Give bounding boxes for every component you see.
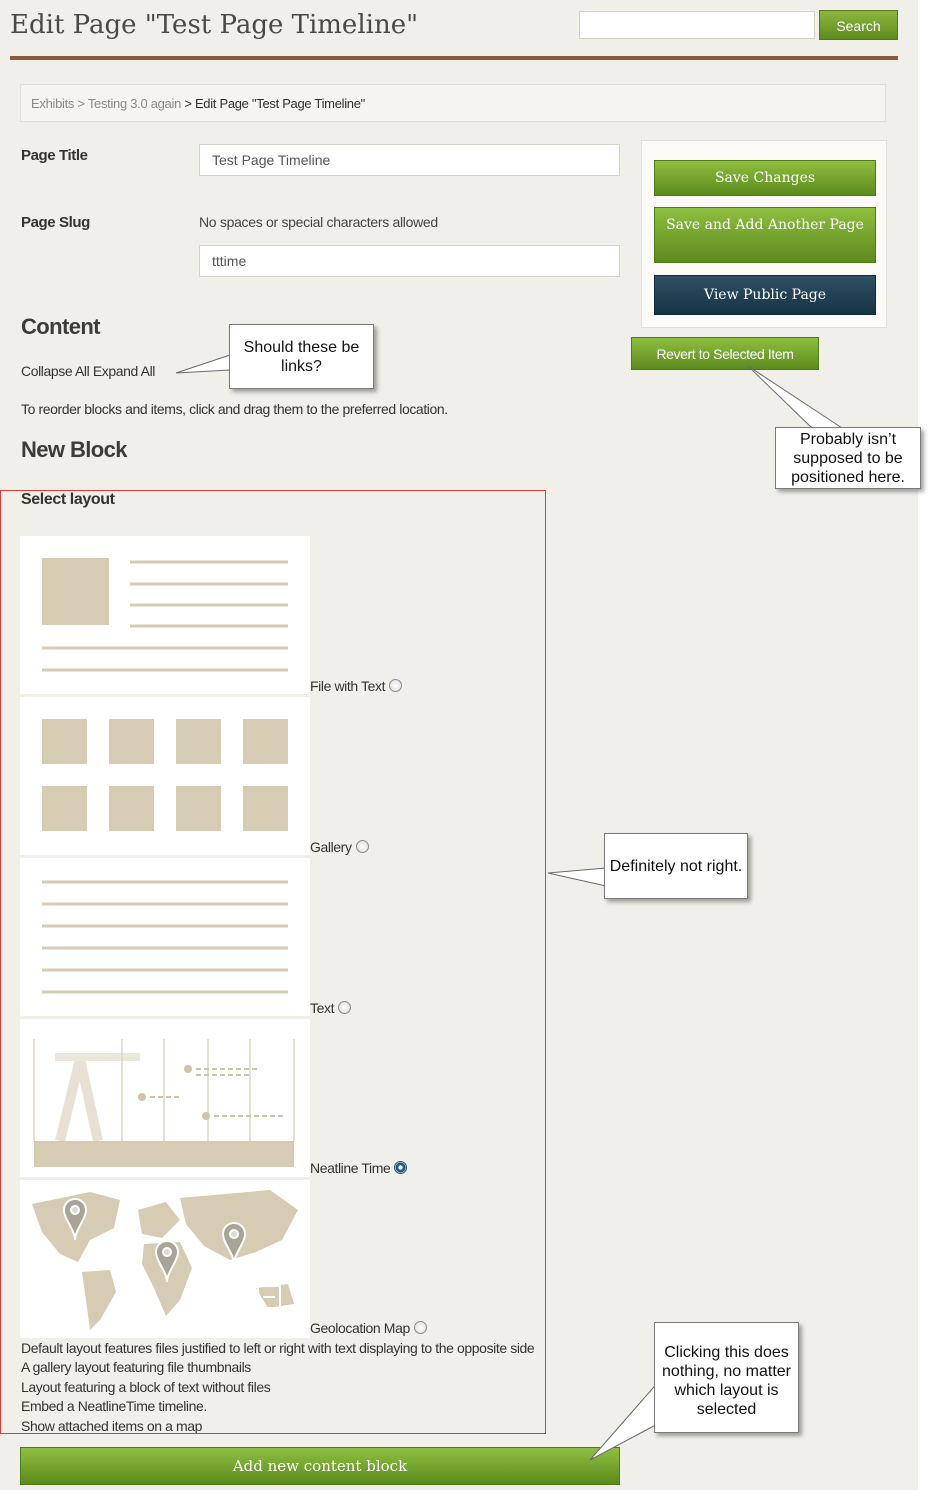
content-heading: Content xyxy=(21,314,101,339)
breadcrumb-exhibit[interactable]: Testing 3.0 again xyxy=(88,96,182,111)
revert-button[interactable]: Revert to Selected Item xyxy=(631,337,819,370)
new-block-heading: New Block xyxy=(21,437,127,462)
view-public-page-button[interactable]: View Public Page xyxy=(654,275,876,315)
collapse-expand-controls: Collapse All Expand All xyxy=(21,363,155,379)
page-slug-hint: No spaces or special characters allowed xyxy=(199,214,438,230)
page-slug-label: Page Slug xyxy=(21,214,90,231)
annotation-highlight-box xyxy=(0,490,546,1434)
breadcrumb-current: Edit Page "Test Page Timeline" xyxy=(194,96,365,111)
save-changes-button[interactable]: Save Changes xyxy=(654,160,876,196)
collapse-all-link[interactable]: Collapse All xyxy=(21,363,90,379)
annotation-layout-note: Definitely not right. xyxy=(604,833,748,899)
search-button[interactable]: Search xyxy=(819,10,898,40)
page-title-label: Page Title xyxy=(21,147,88,164)
header-divider xyxy=(10,56,898,60)
page-slug-field[interactable]: tttime xyxy=(199,245,620,277)
search-input[interactable] xyxy=(579,11,815,39)
page-title: Edit Page "Test Page Timeline" xyxy=(10,10,419,40)
breadcrumb-separator: > xyxy=(74,96,88,111)
expand-all-link[interactable]: Expand All xyxy=(93,363,156,379)
add-content-block-button[interactable]: Add new content block xyxy=(20,1447,620,1485)
breadcrumb-exhibits[interactable]: Exhibits xyxy=(31,96,74,111)
save-add-another-button[interactable]: Save and Add Another Page xyxy=(654,207,876,263)
breadcrumb: Exhibits > Testing 3.0 again > Edit Page… xyxy=(20,84,886,122)
breadcrumb-separator: > xyxy=(181,96,195,111)
annotation-add-note: Clicking this does nothing, no matter wh… xyxy=(654,1322,799,1433)
annotation-links-note: Should these be links? xyxy=(229,324,374,389)
page-title-field[interactable]: Test Page Timeline xyxy=(199,144,620,176)
annotation-revert-note: Probably isn’t supposed to be positioned… xyxy=(775,427,921,489)
reorder-hint: To reorder blocks and items, click and d… xyxy=(21,401,448,417)
